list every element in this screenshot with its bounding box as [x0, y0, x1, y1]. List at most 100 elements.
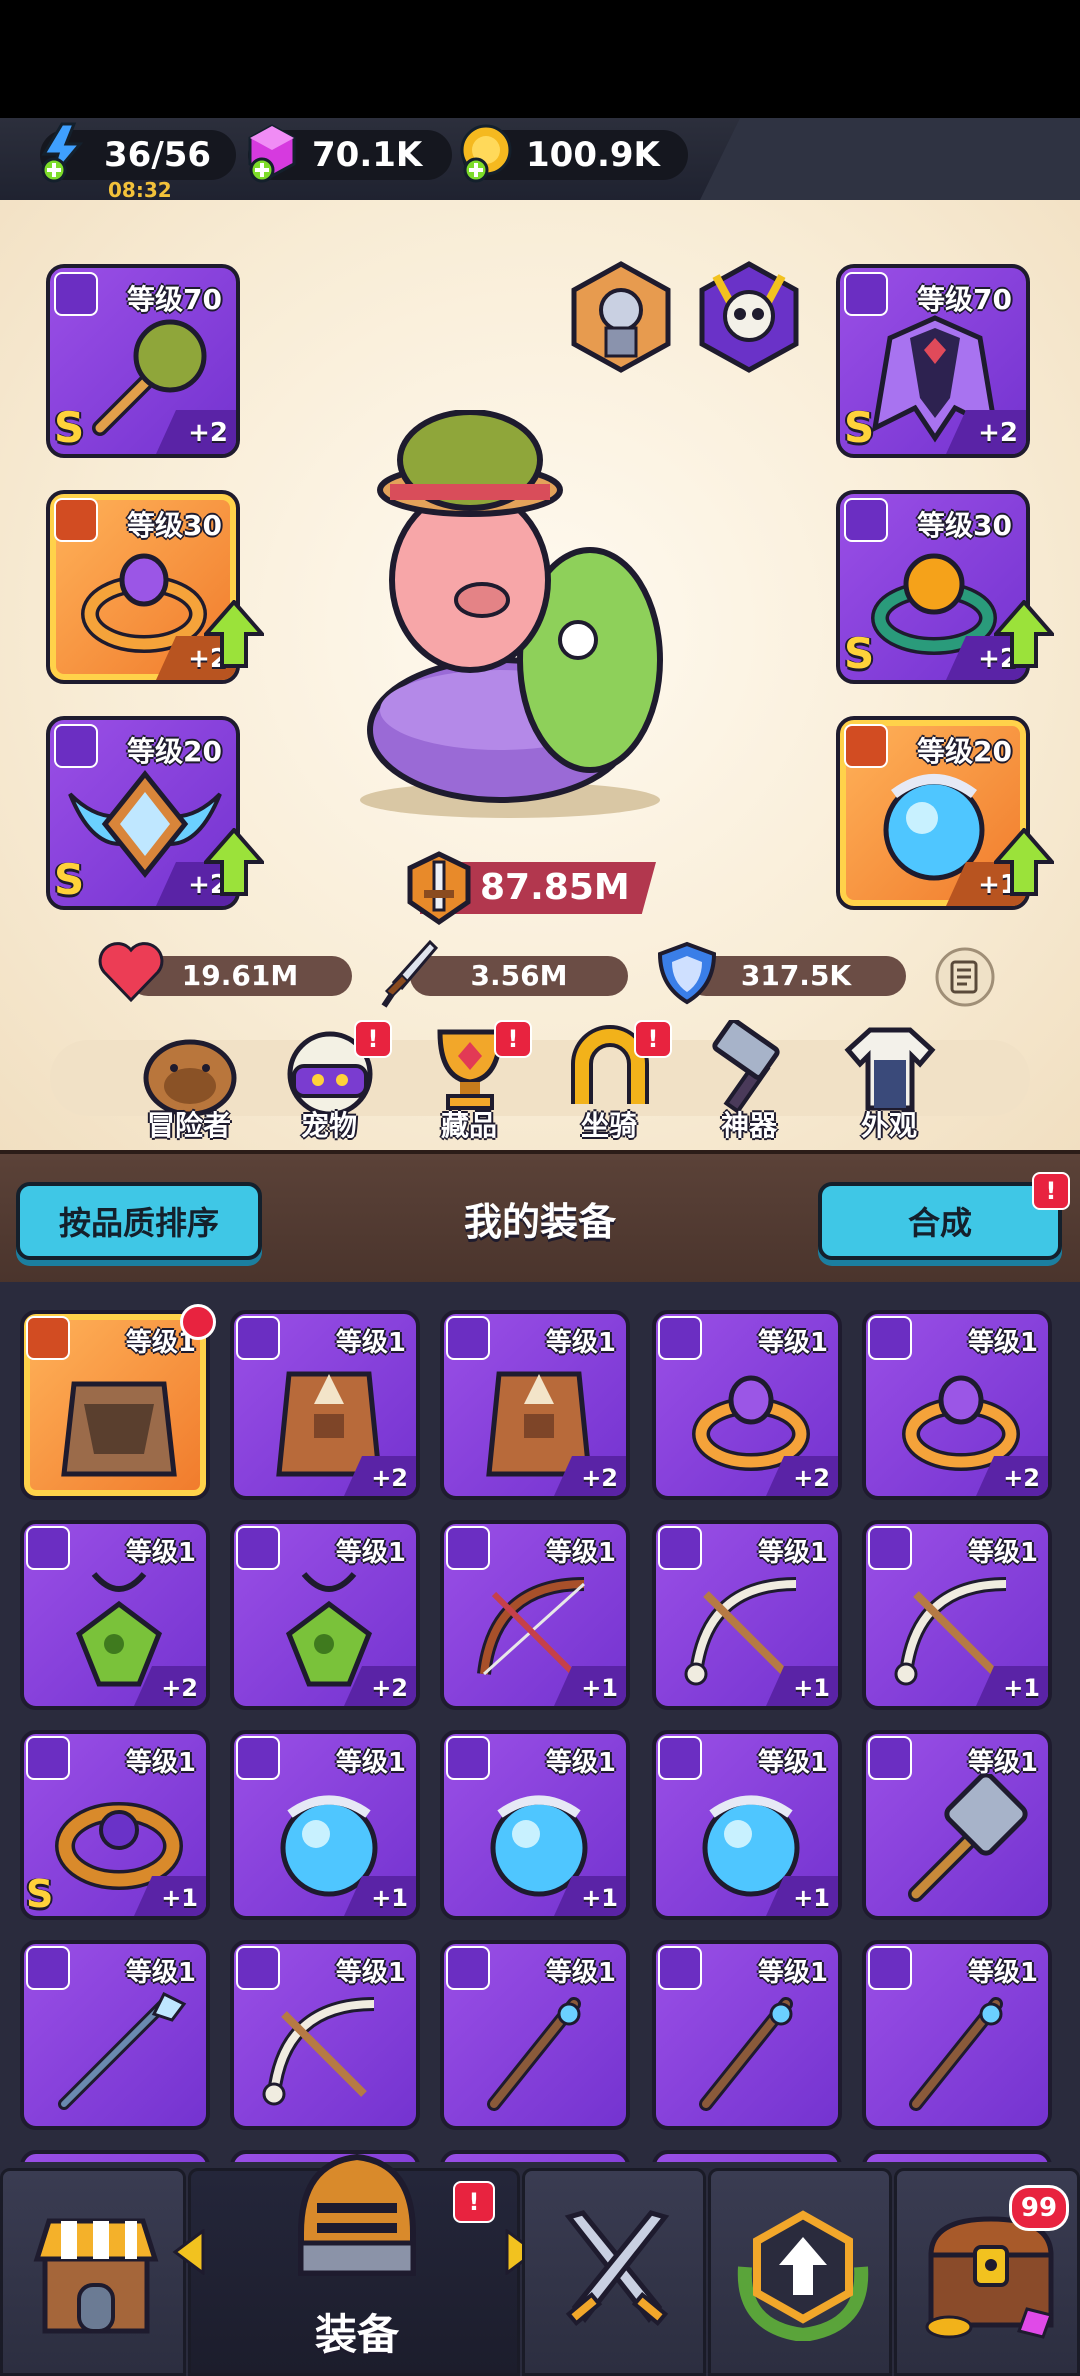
skull-demon-hex-button[interactable] [694, 256, 804, 374]
inventory-item[interactable]: 等级1 +1 S [20, 1730, 210, 1920]
helmet-icon [298, 2153, 416, 2276]
item-level: 等级1 [125, 1748, 196, 1778]
ring-level: 等级30 [127, 509, 222, 542]
merge-button[interactable]: 合成 [818, 1182, 1062, 1260]
inventory-item-peek[interactable] [652, 2150, 842, 2162]
inventory-item[interactable]: 等级1 [862, 1940, 1052, 2130]
inventory-item[interactable]: 等级1 +2 [230, 1310, 420, 1500]
item-plus: +1 [581, 1884, 618, 1912]
item-level: 等级1 [967, 1958, 1038, 1988]
inventory-item[interactable]: 等级1 +1 [862, 1520, 1052, 1710]
heart-icon [98, 942, 164, 1003]
upgrade-arrow-icon[interactable] [204, 828, 264, 898]
weapon-level: 等级70 [127, 283, 222, 316]
equipment-alert-badge: ! [453, 2181, 495, 2223]
weapon-slot[interactable]: 等级70 +2 S [46, 264, 240, 458]
inventory-item[interactable]: 等级1 [20, 1310, 210, 1500]
inventory-item[interactable]: 等级1 [440, 1940, 630, 2130]
energy-counter[interactable]: 36/56 [40, 122, 236, 183]
gold-coin-icon [460, 124, 512, 183]
armor-slot[interactable]: 等级70 +2 S [836, 264, 1030, 458]
tab-chest[interactable]: 99 [894, 2168, 1080, 2376]
shop-icon [33, 2218, 159, 2334]
item-level: 等级1 [335, 1328, 406, 1358]
item-level: 等级1 [757, 1328, 828, 1358]
inventory-item[interactable]: 等级1 +2 [440, 1310, 630, 1500]
energy-icon [41, 122, 84, 183]
inventory-item[interactable]: 等级1 [652, 1940, 842, 2130]
inventory-item-peek[interactable] [862, 2150, 1052, 2162]
inventory-item[interactable]: 等级1 [862, 1730, 1052, 1920]
inventory-item[interactable]: 等级1 +1 [652, 1520, 842, 1710]
nav-adventurer-label: 冒险者 [146, 1109, 231, 1142]
tab-equipment[interactable]: ! 装备 [172, 2153, 538, 2376]
weapon-rank: S [54, 403, 85, 452]
sort-by-quality-button[interactable]: 按品质排序 [16, 1182, 262, 1260]
item-level: 等级1 [335, 1748, 406, 1778]
inventory-item-peek[interactable] [20, 2150, 210, 2162]
gold-counter[interactable]: 100.9K [460, 124, 688, 183]
upgrade-arrow-icon[interactable] [204, 600, 264, 670]
stats-detail-button[interactable] [934, 946, 996, 1008]
upgrade-arrow-icon[interactable] [994, 600, 1054, 670]
energy-timer: 08:32 [108, 178, 172, 202]
knight-hex-button[interactable] [566, 260, 676, 374]
item-plus: +2 [793, 1464, 830, 1492]
inventory-item[interactable]: 等级1 +1 [652, 1730, 842, 1920]
chevron-left-icon[interactable] [171, 2229, 207, 2275]
item-level: 等级1 [967, 1748, 1038, 1778]
gold-value: 100.9K [526, 135, 660, 175]
inventory-item[interactable]: 等级1 [230, 1940, 420, 2130]
inventory-item[interactable]: 等级1 +1 [440, 1730, 630, 1920]
defense-value: 317.5K [740, 959, 852, 992]
combat-power-icon [407, 851, 471, 926]
gem-counter[interactable]: 70.1K [248, 124, 452, 183]
item-plus: +2 [1003, 1464, 1040, 1492]
item-level: 等级1 [967, 1328, 1038, 1358]
sword-icon [381, 939, 439, 1008]
defense-stat: 317.5K [686, 956, 906, 996]
nav-mount-label: 坐骑 [580, 1109, 637, 1142]
item-level: 等级1 [757, 1958, 828, 1988]
inventory-item[interactable]: 等级1 +2 [230, 1520, 420, 1710]
armor-plus: +2 [978, 418, 1018, 448]
tab-shop[interactable] [0, 2168, 186, 2376]
item-level: 等级1 [125, 1538, 196, 1568]
inventory-item[interactable]: 等级1 +2 [862, 1310, 1052, 1500]
item-plus: +2 [371, 1464, 408, 1492]
resource-bar-accent [700, 118, 1080, 200]
inventory-item[interactable]: 等级1 [20, 1940, 210, 2130]
necklace-rank: S [54, 855, 85, 904]
staff-wood-icon [487, 1997, 581, 2111]
inventory-item[interactable]: 等级1 +2 [652, 1310, 842, 1500]
spear-ice-icon [58, 1991, 187, 2110]
item-plus: +2 [581, 1464, 618, 1492]
item-level: 等级1 [545, 1328, 616, 1358]
item-level: 等级1 [125, 1958, 196, 1988]
upgrade-arrow-icon[interactable] [994, 828, 1054, 898]
crossed-swords-icon [564, 2210, 670, 2327]
inventory-item[interactable]: 等级1 +2 [20, 1520, 210, 1710]
item-level: 等级1 [967, 1538, 1038, 1568]
hammer-icon [712, 1020, 780, 1115]
item-plus: +1 [1003, 1674, 1040, 1702]
gem-icon [248, 124, 296, 183]
inventory-item[interactable]: 等级1 +1 [230, 1730, 420, 1920]
item-plus: +1 [581, 1674, 618, 1702]
weapon-plus: +2 [188, 418, 228, 448]
hp-value: 19.61M [181, 959, 299, 992]
inventory-item[interactable]: 等级1 +1 [440, 1520, 630, 1710]
nav-artifact-label: 神器 [720, 1109, 777, 1142]
tab-battle[interactable] [522, 2168, 706, 2376]
hero-panel: 等级70 +2 S 等级30 +2 等级20 +2 S 等级70 +2 S 等级… [0, 200, 1080, 1150]
capybara-icon [143, 1039, 237, 1116]
item-plus: +1 [161, 1884, 198, 1912]
resource-bar: 36/56 08:32 70.1K 100.9K [0, 118, 1080, 202]
tab-upgrade[interactable] [708, 2168, 892, 2376]
inventory-grid: 等级1 等级1 +2 等级1 +2 等级1 +2 等级1 +2 等级1 +2 等级1 +2 等级1 +1 等级… [0, 1282, 1080, 2162]
nav-pet-label: 宠物 [300, 1109, 357, 1142]
armor-level: 等级70 [917, 283, 1012, 316]
mount-alert-badge: ! [634, 1020, 672, 1058]
new-item-marker [180, 1304, 216, 1340]
inventory-item-peek[interactable] [440, 2150, 630, 2162]
